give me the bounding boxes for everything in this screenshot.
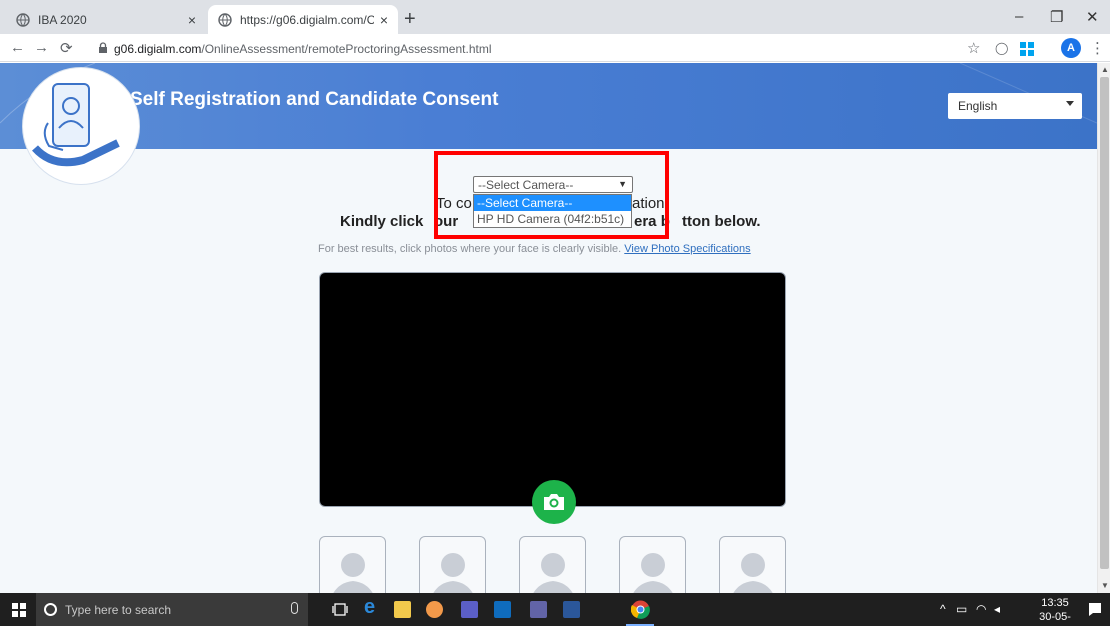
instruction-line-2-left: Kindly click	[340, 213, 424, 230]
photo-slot-3[interactable]	[519, 536, 586, 593]
taskbar-clock[interactable]: 13:35 30-05-2020	[1030, 596, 1080, 638]
menu-dots-icon[interactable]: ⋮	[1090, 39, 1105, 57]
camera-icon	[544, 494, 564, 510]
back-arrow-icon[interactable]: ←	[10, 39, 25, 56]
windows-taskbar: Type here to search e ^ ▭ ◠ ◂ 13:35 30-0…	[0, 593, 1110, 637]
photo-slot-5[interactable]	[719, 536, 786, 593]
tab-strip: IBA 2020 × https://g06.digialm.com/Onlin…	[0, 0, 1110, 34]
clock-date: 30-05-2020	[1039, 611, 1071, 637]
taskbar-search-placeholder: Type here to search	[65, 602, 172, 617]
windows-start-icon[interactable]	[12, 603, 26, 617]
phone-selfie-icon	[32, 83, 120, 167]
chrome-icon[interactable]	[631, 600, 650, 619]
minimize-button[interactable]: –	[1015, 8, 1023, 25]
lock-icon	[99, 42, 107, 53]
taskbar-search[interactable]: Type here to search	[36, 593, 308, 626]
avatar-placeholder-icon	[633, 553, 673, 593]
tab-online-assessment[interactable]: https://g06.digialm.com/OnlineA ×	[208, 5, 398, 34]
wifi-icon[interactable]: ◠	[976, 602, 986, 616]
windows-extension-icon[interactable]	[1020, 42, 1034, 56]
photo-slot-2[interactable]	[419, 536, 486, 593]
window-close-button[interactable]: ✕	[1086, 8, 1099, 26]
browser-toolbar: ← → ⟳ g06.digialm.com/OnlineAssessment/r…	[0, 34, 1110, 62]
language-value: English	[958, 99, 998, 113]
selfie-logo	[22, 67, 140, 185]
notifications-icon[interactable]	[1088, 602, 1102, 617]
page-scrollbar[interactable]: ▲ ▼	[1097, 63, 1110, 593]
scrollbar-thumb[interactable]	[1100, 77, 1109, 569]
tab-title: IBA 2020	[38, 12, 87, 27]
battery-icon[interactable]: ▭	[956, 602, 967, 616]
tips-icon[interactable]	[426, 601, 443, 618]
tab-title: https://g06.digialm.com/OnlineA	[240, 12, 374, 27]
photo-slot-1[interactable]	[319, 536, 386, 593]
page-content: Self Registration and Candidate Consent …	[0, 63, 1097, 593]
profile-avatar[interactable]: A	[1061, 38, 1081, 58]
photo-hint: For best results, click photos where you…	[318, 243, 751, 255]
globe-icon	[218, 12, 232, 27]
edge-icon[interactable]: e	[364, 596, 384, 618]
instruction-line-2-end: tton below.	[682, 213, 761, 230]
scroll-up-icon[interactable]: ▲	[1101, 65, 1109, 74]
caret-down-icon	[1066, 101, 1074, 106]
globe-icon	[16, 12, 30, 27]
url-path: /OnlineAssessment/remoteProctoringAssess…	[201, 42, 492, 56]
avatar-placeholder-icon	[433, 553, 473, 593]
avatar-placeholder-icon	[333, 553, 373, 593]
tab-close-icon[interactable]: ×	[380, 12, 388, 28]
avatar-placeholder-icon	[533, 553, 573, 593]
microphone-icon[interactable]	[291, 602, 298, 614]
cortana-icon	[44, 603, 57, 616]
capture-photo-button[interactable]	[532, 480, 576, 524]
restore-button[interactable]: ❐	[1050, 8, 1063, 26]
url-host: g06.digialm.com	[114, 42, 202, 56]
task-view-icon[interactable]	[332, 602, 348, 617]
camera-preview	[319, 272, 786, 507]
tab-iba-2020[interactable]: IBA 2020 ×	[6, 5, 206, 34]
address-bar[interactable]: g06.digialm.com/OnlineAssessment/remoteP…	[114, 42, 491, 56]
word-icon[interactable]	[563, 601, 580, 618]
file-explorer-icon[interactable]	[394, 601, 411, 618]
photo-hint-text: For best results, click photos where you…	[318, 243, 625, 255]
forward-arrow-icon[interactable]: →	[34, 39, 49, 56]
new-tab-button[interactable]: +	[404, 8, 416, 31]
view-photo-specifications-link[interactable]: View Photo Specifications	[624, 243, 750, 255]
language-select[interactable]: English	[948, 93, 1082, 119]
photo-slot-4[interactable]	[619, 536, 686, 593]
outlook-icon[interactable]	[494, 601, 511, 618]
reload-icon[interactable]: ⟳	[60, 39, 73, 57]
page-header: Self Registration and Candidate Consent …	[0, 63, 1097, 149]
teams-notify-icon[interactable]	[530, 601, 547, 618]
extension-circle-icon[interactable]: ◯	[995, 41, 1008, 55]
tab-close-icon[interactable]: ×	[188, 12, 196, 28]
bookmark-star-icon[interactable]: ☆	[967, 39, 980, 57]
volume-icon[interactable]: ◂	[994, 602, 1000, 616]
clock-time: 13:35	[1041, 597, 1069, 609]
teams-icon[interactable]	[461, 601, 478, 618]
avatar-placeholder-icon	[733, 553, 773, 593]
page-title: Self Registration and Candidate Consent	[130, 89, 499, 110]
show-hidden-icons-icon[interactable]: ^	[940, 602, 946, 616]
scroll-down-icon[interactable]: ▼	[1101, 581, 1109, 590]
red-highlight-box	[434, 151, 669, 239]
